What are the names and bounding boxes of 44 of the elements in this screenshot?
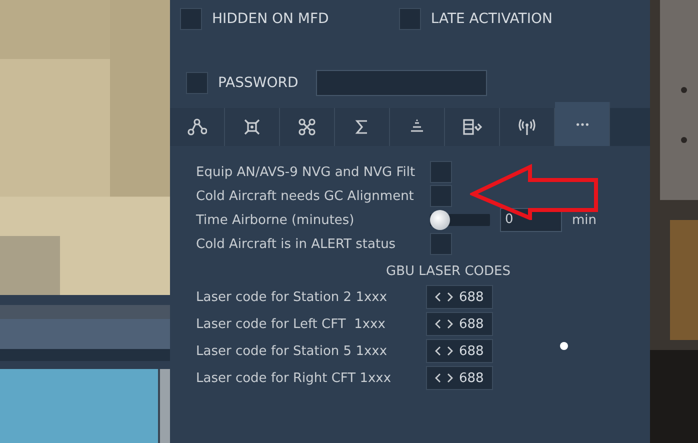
setting-label: Cold Aircraft needs GC Alignment [196, 188, 415, 204]
code-spinner[interactable]: 688 [426, 312, 493, 336]
setting-label: Laser code for Left CFT 1xxx [196, 316, 386, 332]
setting-label: Laser code for Right CFT 1xxx [196, 370, 392, 386]
scrollbar[interactable] [158, 369, 170, 443]
slider-thumb[interactable] [430, 210, 450, 230]
setting-label: Laser code for Station 5 1xxx [196, 344, 388, 358]
checkbox-label: LATE ACTIVATION [430, 11, 552, 27]
checkbox[interactable] [430, 233, 452, 255]
tab[interactable] [225, 108, 280, 146]
antenna-icon [517, 117, 537, 137]
list-icon [462, 117, 482, 137]
code-spinner[interactable]: 688 [426, 366, 493, 390]
checkbox[interactable] [186, 72, 208, 94]
target-icon [242, 117, 262, 137]
setting-label: Time Airborne (minutes) [196, 212, 356, 228]
setting-label: Cold Aircraft is in ALERT status [196, 236, 397, 252]
checkbox-label: HIDDEN ON MFD [212, 11, 329, 27]
checkbox[interactable] [180, 8, 202, 30]
route-icon [187, 117, 207, 137]
tab[interactable] [280, 108, 335, 146]
setting-label: Laser code for Station 2 1xxx [196, 290, 388, 304]
checkbox[interactable] [430, 185, 452, 207]
checkbox[interactable] [430, 161, 452, 183]
setting-label: Equip AN/AVS-9 NVG and NVG Filt [196, 164, 416, 180]
chevrons-icon [435, 373, 453, 383]
chevrons-icon [435, 346, 453, 356]
chevrons-icon [435, 292, 453, 302]
drone-icon [297, 117, 317, 137]
more-icon [576, 122, 588, 126]
code-spinner[interactable]: 688 [426, 339, 493, 363]
unit-label: min [572, 212, 597, 228]
chevrons-icon [435, 319, 453, 329]
tab[interactable] [500, 108, 555, 146]
tab[interactable] [445, 108, 500, 146]
cursor-dot [560, 342, 568, 350]
tab[interactable] [335, 108, 390, 146]
tab[interactable] [170, 108, 225, 146]
code-spinner[interactable]: 688 [426, 285, 493, 309]
tab[interactable] [390, 108, 445, 146]
checkbox-label: PASSWORD [218, 75, 298, 91]
checkbox[interactable] [398, 8, 421, 30]
password-field[interactable] [316, 70, 488, 96]
section-title: GBU LASER CODES [385, 263, 512, 281]
